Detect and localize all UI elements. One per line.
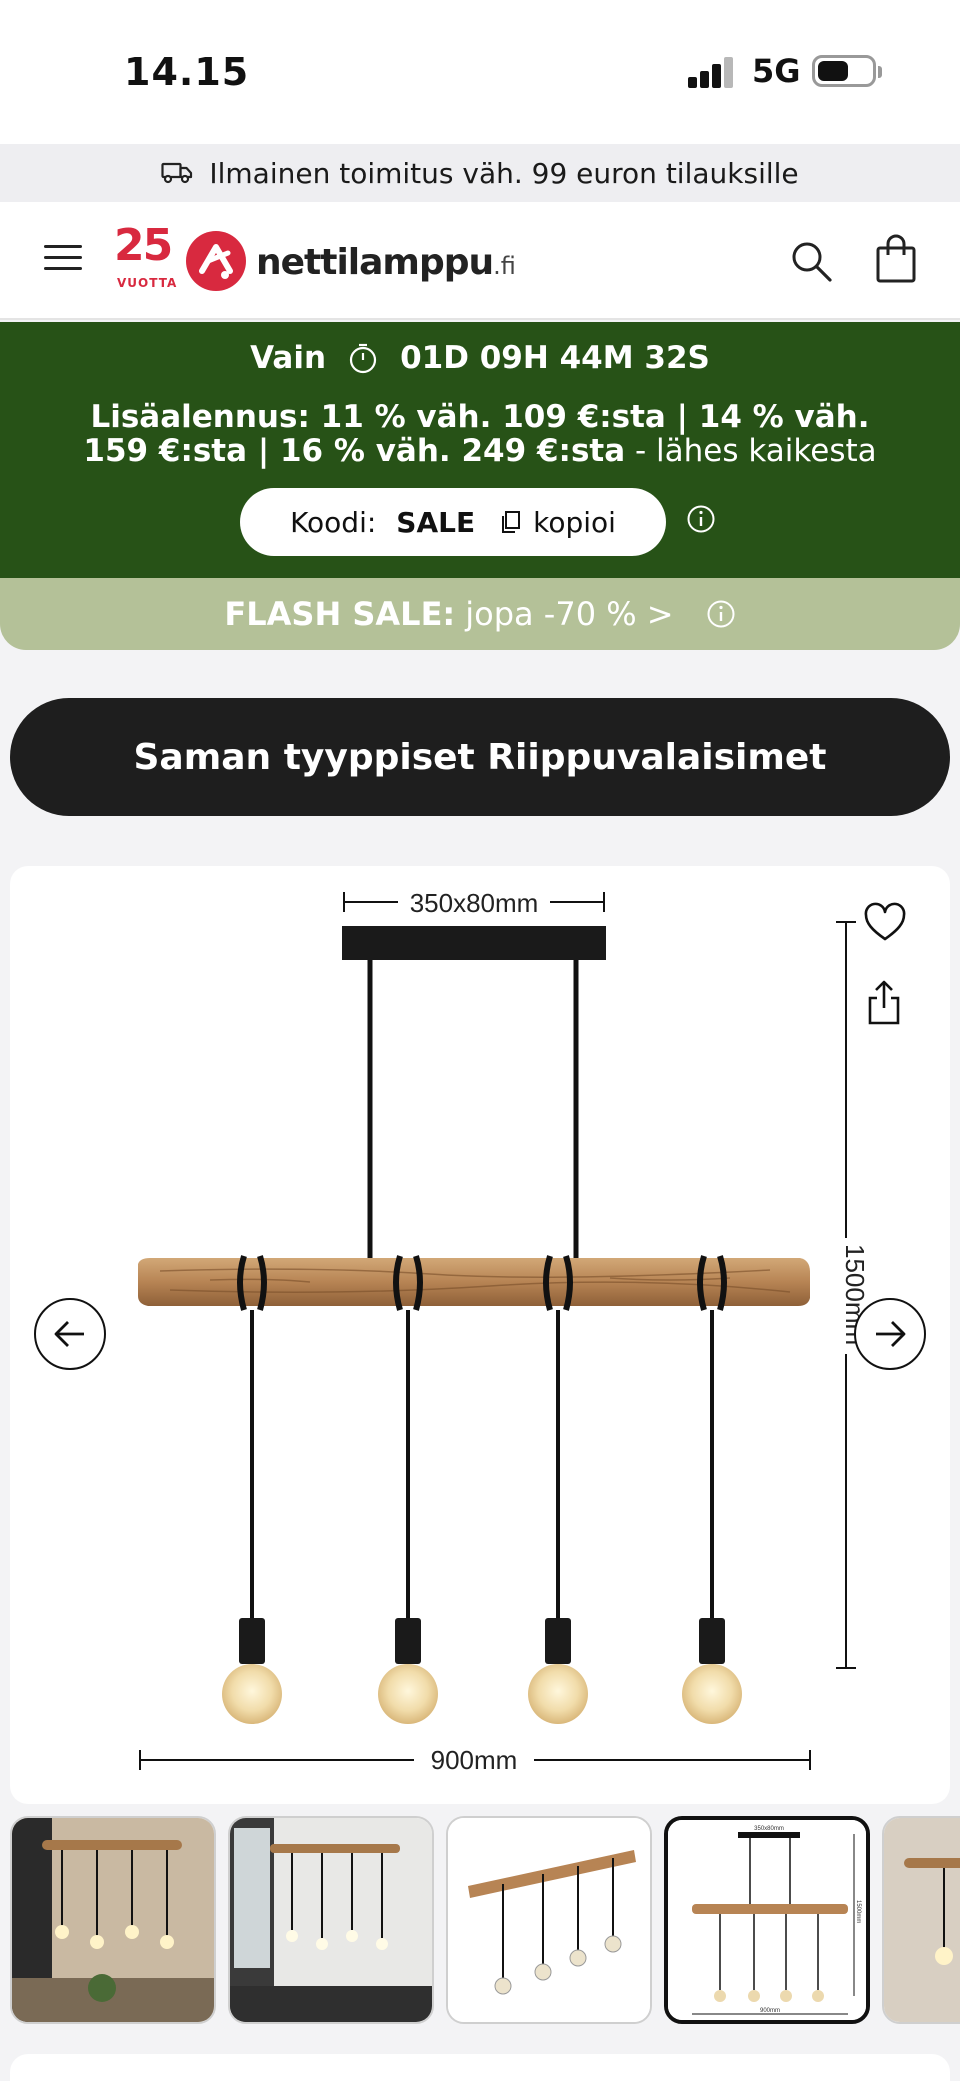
thumbnail-strip[interactable]: 350x80mm 1500mm 900mm — [0, 1816, 960, 2024]
previous-image-button[interactable] — [34, 1298, 106, 1370]
stopwatch-icon — [349, 343, 377, 374]
thumbnail-2[interactable] — [228, 1816, 434, 2024]
thumbnail-4-dim-width: 900mm — [760, 2008, 780, 2014]
promo-code: SALE — [396, 505, 476, 539]
share-icon[interactable] — [864, 978, 904, 1028]
thumbnail-4-active[interactable]: 350x80mm 1500mm 900mm — [664, 1816, 870, 2024]
product-image: 350x80mm 1500mm 900mm — [138, 888, 870, 1775]
arrow-left-icon — [54, 1321, 84, 1347]
countdown-prefix: Vain — [250, 340, 327, 376]
thumbnail-1[interactable] — [10, 1816, 216, 2024]
dimension-width-label: 900mm — [431, 1745, 518, 1775]
product-image-gallery[interactable]: 350x80mm 1500mm 900mm — [10, 866, 950, 1804]
signal-icon — [688, 54, 734, 88]
logo-wordmark: nettilamppu.fi — [256, 242, 516, 283]
thumbnail-5[interactable] — [882, 1816, 960, 2024]
pendant-lamps — [222, 1255, 742, 1724]
status-bar: 14.15 5G — [0, 0, 960, 144]
promo-banner: Vain 01D 09H 44M 32S Lisäalennus: 11 % v… — [0, 322, 960, 578]
menu-icon[interactable] — [44, 243, 82, 273]
cart-bag-icon[interactable] — [874, 234, 918, 284]
shipping-text: Ilmainen toimitus väh. 99 euron tilauksi… — [209, 156, 799, 190]
logo-mark-icon — [186, 231, 246, 291]
flash-sale-label: FLASH SALE: — [224, 595, 456, 633]
battery-icon — [812, 55, 882, 87]
info-icon[interactable] — [706, 599, 736, 629]
arrow-right-icon — [876, 1321, 906, 1347]
thumbnail-4-dim-top: 350x80mm — [754, 1826, 784, 1832]
flash-sale-text: jopa -70 % > — [465, 595, 674, 633]
countdown-timer: 01D 09H 44M 32S — [400, 340, 710, 376]
shipping-banner: Ilmainen toimitus väh. 99 euron tilauksi… — [0, 144, 960, 202]
similar-products-button[interactable]: Saman tyyppiset Riippuvalaisimet — [10, 698, 950, 816]
dimension-top-label: 350x80mm — [410, 888, 539, 918]
copy-code-button[interactable]: Koodi: SALE kopioi — [240, 488, 666, 556]
thumbnail-3[interactable] — [446, 1816, 652, 2024]
code-label: Koodi: — [290, 505, 377, 539]
status-time: 14.15 — [124, 50, 250, 94]
discount-text: Lisäalennus: 11 % väh. 109 €:sta | 14 % … — [83, 399, 877, 469]
product-info-card — [10, 2054, 950, 2081]
heart-icon[interactable] — [862, 900, 908, 946]
thumbnail-4-dim-height: 1500mm — [855, 1900, 861, 1923]
site-header: 25 VUOTTA nettilamppu.fi — [0, 202, 960, 320]
countdown-row: Vain 01D 09H 44M 32S — [0, 340, 960, 376]
network-type: 5G — [752, 52, 801, 90]
logo-anniversary-number: 25 — [114, 220, 173, 271]
next-image-button[interactable] — [854, 1298, 926, 1370]
flash-sale-banner[interactable]: FLASH SALE: jopa -70 % > — [0, 578, 960, 650]
copy-label: kopioi — [533, 505, 616, 539]
copy-icon — [502, 511, 521, 533]
logo-anniversary-label: VUOTTA — [117, 276, 178, 290]
search-icon[interactable] — [788, 238, 834, 284]
info-icon[interactable] — [686, 504, 716, 534]
truck-icon — [161, 162, 193, 184]
